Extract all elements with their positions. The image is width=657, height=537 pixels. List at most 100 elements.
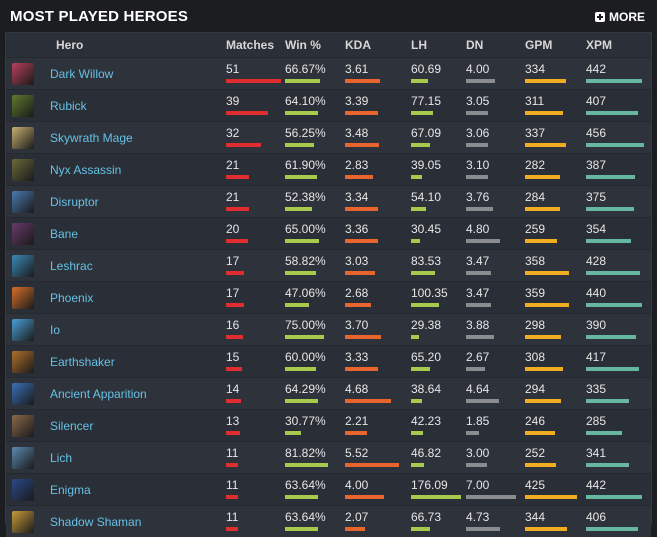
stat-cell-lh: 67.09	[411, 122, 466, 154]
table-row[interactable]: Rubick3964.10%3.3977.153.05311407	[6, 90, 651, 122]
stat-cell-lh: 42.23	[411, 410, 466, 442]
table-row[interactable]: Shadow Shaman1163.64%2.0766.734.73344406	[6, 506, 651, 537]
col-header-xpm[interactable]: XPM	[586, 33, 651, 58]
stat-value-xpm: 428	[586, 254, 651, 268]
stat-cell-dn: 3.05	[466, 90, 525, 122]
stat-value-win: 66.67%	[285, 62, 345, 76]
heroes-table: Hero Matches Win % KDA LH DN GPM XPM Dar…	[6, 33, 651, 537]
hero-name-link[interactable]: Bane	[50, 227, 78, 241]
col-header-lh[interactable]: LH	[411, 33, 466, 58]
hero-portrait-icon[interactable]	[12, 287, 34, 309]
col-header-gpm[interactable]: GPM	[525, 33, 586, 58]
hero-portrait-icon[interactable]	[12, 511, 34, 533]
hero-cell-content: Lich	[6, 447, 226, 469]
stat-cell-matches: 32	[226, 122, 285, 154]
stat-value-lh: 39.05	[411, 158, 466, 172]
table-row[interactable]: Ancient Apparition1464.29%4.6838.644.642…	[6, 378, 651, 410]
stat-cell-kda: 3.34	[345, 186, 411, 218]
stat-bar-matches	[226, 527, 238, 531]
hero-portrait-icon[interactable]	[12, 319, 34, 341]
more-button[interactable]: MORE	[595, 10, 645, 24]
hero-name-link[interactable]: Enigma	[50, 483, 91, 497]
stat-bar-win	[285, 143, 314, 147]
hero-name-link[interactable]: Lich	[50, 451, 72, 465]
col-header-win[interactable]: Win %	[285, 33, 345, 58]
stat-bar-xpm	[586, 335, 636, 339]
hero-name-link[interactable]: Skywrath Mage	[50, 131, 133, 145]
col-header-kda[interactable]: KDA	[345, 33, 411, 58]
hero-name-link[interactable]: Nyx Assassin	[50, 163, 121, 177]
hero-portrait-icon[interactable]	[12, 383, 34, 405]
hero-portrait-icon[interactable]	[12, 159, 34, 181]
table-row[interactable]: Lich1181.82%5.5246.823.00252341	[6, 442, 651, 474]
stat-value-matches: 16	[226, 318, 285, 332]
hero-cell: Earthshaker	[6, 346, 226, 378]
stat-value-kda: 3.33	[345, 350, 411, 364]
stat-cell-xpm: 341	[586, 442, 651, 474]
stat-cell-dn: 3.88	[466, 314, 525, 346]
table-row[interactable]: Skywrath Mage3256.25%3.4867.093.06337456	[6, 122, 651, 154]
stat-cell-kda: 3.48	[345, 122, 411, 154]
stat-cell-lh: 176.09	[411, 474, 466, 506]
table-row[interactable]: Bane2065.00%3.3630.454.80259354	[6, 218, 651, 250]
hero-name-link[interactable]: Shadow Shaman	[50, 515, 141, 529]
hero-name-link[interactable]: Rubick	[50, 99, 87, 113]
stat-value-kda: 5.52	[345, 446, 411, 460]
hero-portrait-icon[interactable]	[12, 63, 34, 85]
stat-cell-dn: 4.80	[466, 218, 525, 250]
stat-value-matches: 17	[226, 254, 285, 268]
stat-value-lh: 60.69	[411, 62, 466, 76]
stat-cell-kda: 2.21	[345, 410, 411, 442]
table-row[interactable]: Disruptor2152.38%3.3454.103.76284375	[6, 186, 651, 218]
stat-bar-kda	[345, 111, 378, 115]
hero-portrait-icon[interactable]	[12, 415, 34, 437]
stat-bar-kda	[345, 303, 371, 307]
hero-name-link[interactable]: Dark Willow	[50, 67, 113, 81]
hero-portrait-icon[interactable]	[12, 447, 34, 469]
table-row[interactable]: Leshrac1758.82%3.0383.533.47358428	[6, 250, 651, 282]
stat-value-gpm: 246	[525, 414, 586, 428]
col-header-dn[interactable]: DN	[466, 33, 525, 58]
stat-bar-win	[285, 79, 320, 83]
table-row[interactable]: Earthshaker1560.00%3.3365.202.67308417	[6, 346, 651, 378]
stat-cell-dn: 4.64	[466, 378, 525, 410]
hero-name-link[interactable]: Phoenix	[50, 291, 93, 305]
stat-value-kda: 2.68	[345, 286, 411, 300]
hero-portrait-icon[interactable]	[12, 479, 34, 501]
stat-bar-xpm	[586, 367, 639, 371]
col-header-matches[interactable]: Matches	[226, 33, 285, 58]
stat-value-win: 30.77%	[285, 414, 345, 428]
stat-cell-xpm: 428	[586, 250, 651, 282]
stat-bar-matches	[226, 399, 241, 403]
table-row[interactable]: Nyx Assassin2161.90%2.8339.053.10282387	[6, 154, 651, 186]
hero-portrait-icon[interactable]	[12, 127, 34, 149]
stat-value-matches: 11	[226, 478, 285, 492]
hero-portrait-icon[interactable]	[12, 191, 34, 213]
col-header-hero[interactable]: Hero	[6, 33, 226, 58]
stat-cell-lh: 83.53	[411, 250, 466, 282]
stat-cell-xpm: 407	[586, 90, 651, 122]
hero-name-link[interactable]: Ancient Apparition	[50, 387, 147, 401]
hero-portrait-icon[interactable]	[12, 95, 34, 117]
stat-bar-lh	[411, 239, 420, 243]
hero-portrait-icon[interactable]	[12, 351, 34, 373]
stat-cell-gpm: 359	[525, 282, 586, 314]
hero-name-link[interactable]: Io	[50, 323, 60, 337]
stat-cell-matches: 11	[226, 474, 285, 506]
table-row[interactable]: Dark Willow5166.67%3.6160.694.00334442	[6, 58, 651, 90]
table-row[interactable]: Phoenix1747.06%2.68100.353.47359440	[6, 282, 651, 314]
stat-value-win: 63.64%	[285, 510, 345, 524]
stat-bar-dn	[466, 495, 516, 499]
stat-cell-win: 63.64%	[285, 506, 345, 537]
hero-portrait-icon[interactable]	[12, 255, 34, 277]
table-row[interactable]: Silencer1330.77%2.2142.231.85246285	[6, 410, 651, 442]
stat-value-win: 47.06%	[285, 286, 345, 300]
table-row[interactable]: Enigma1163.64%4.00176.097.00425442	[6, 474, 651, 506]
hero-name-link[interactable]: Earthshaker	[50, 355, 115, 369]
hero-name-link[interactable]: Leshrac	[50, 259, 93, 273]
hero-name-link[interactable]: Disruptor	[50, 195, 99, 209]
table-row[interactable]: Io1675.00%3.7029.383.88298390	[6, 314, 651, 346]
stat-bar-gpm	[525, 431, 555, 435]
hero-name-link[interactable]: Silencer	[50, 419, 93, 433]
hero-portrait-icon[interactable]	[12, 223, 34, 245]
